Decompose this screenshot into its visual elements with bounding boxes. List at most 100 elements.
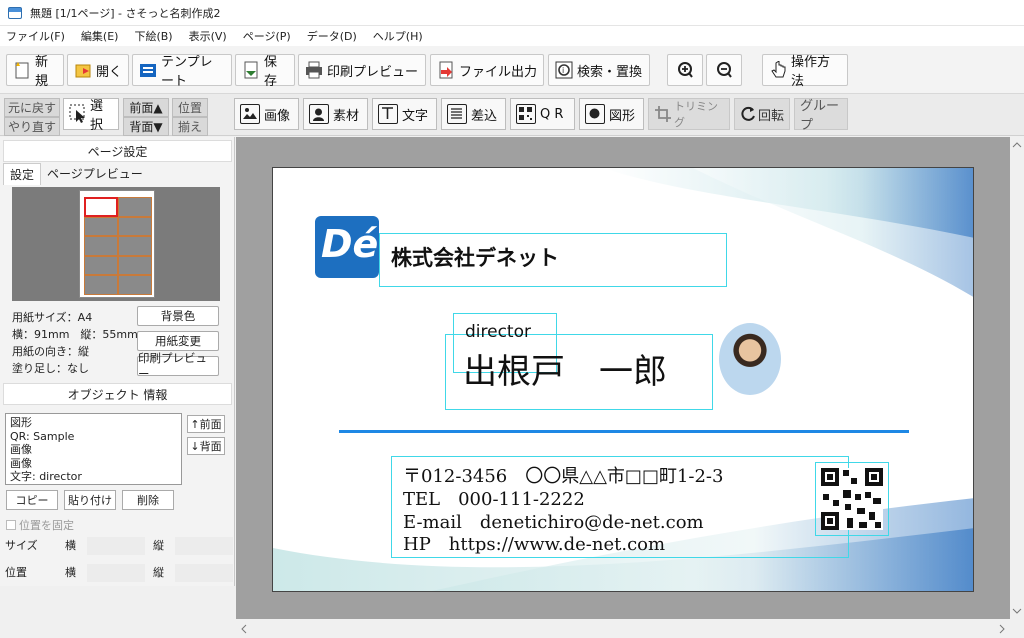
window-title: 無題 [1/1ページ] - さそっと名刺作成2: [30, 6, 221, 20]
panel-print-preview-button[interactable]: 印刷プレビュー: [137, 351, 219, 381]
menu-file[interactable]: ファイル(F): [4, 28, 67, 44]
object-back-button[interactable]: ↓背面: [187, 437, 225, 455]
shape-label: 図形: [609, 108, 636, 124]
position-row: 位置 横 縦: [5, 564, 233, 582]
fix-position-checkbox[interactable]: 位置を固定: [6, 517, 74, 533]
howto-button[interactable]: 操作方法: [762, 54, 848, 89]
paper-change-button[interactable]: 用紙変更: [137, 331, 219, 351]
select-button[interactable]: 選択: [63, 98, 119, 133]
company-name: 株式会社デネット: [391, 246, 559, 270]
print-preview-button[interactable]: 印刷プレビュー: [298, 54, 426, 86]
bgcolor-button[interactable]: 背景色: [137, 306, 219, 326]
menu-data[interactable]: データ(D): [305, 28, 359, 44]
open-button[interactable]: 開く: [67, 54, 129, 86]
position-vertical-label: 縦: [153, 566, 164, 579]
image-label: 画像: [264, 108, 291, 124]
rotate-icon: [740, 105, 756, 123]
size-height-field[interactable]: [175, 537, 233, 555]
paper-thumbnail: [79, 190, 155, 298]
file-export-button[interactable]: ファイル出力: [430, 54, 544, 86]
qr-button[interactable]: Q R: [510, 98, 575, 130]
print-preview-label: 印刷プレビュー: [327, 64, 419, 80]
paper-size-info: 用紙サイズ：A4: [12, 311, 93, 324]
card-slot[interactable]: [84, 236, 118, 256]
fix-position-label: 位置を固定: [19, 519, 74, 532]
card-slot[interactable]: [118, 197, 152, 217]
person-name: 出根戸 一郎: [463, 352, 667, 392]
menu-background[interactable]: 下絵(B): [132, 28, 174, 44]
card-slot[interactable]: [84, 275, 118, 295]
insert-label: 差込: [471, 108, 498, 124]
list-item[interactable]: 図形: [10, 416, 177, 430]
zoom-out-button[interactable]: [706, 54, 742, 86]
position-label: 位置: [5, 566, 27, 579]
rotate-button[interactable]: 回転: [734, 98, 790, 130]
business-card[interactable]: Dé 株式会社デネット director 出根戸 一郎 〒012-3456 〇〇…: [272, 167, 974, 592]
select-cursor-icon: [69, 104, 87, 124]
insert-data-icon: [447, 104, 467, 124]
copy-button[interactable]: コピー: [6, 490, 58, 510]
object-front-button[interactable]: ↑前面: [187, 415, 225, 433]
menu-edit[interactable]: 編集(E): [79, 28, 121, 44]
object-list[interactable]: 図形 QR: Sample 画像 画像 文字: director: [5, 413, 182, 485]
material-label: 素材: [333, 108, 360, 124]
paste-button[interactable]: 貼り付け: [64, 490, 116, 510]
menu-help[interactable]: ヘルプ(H): [371, 28, 425, 44]
list-item[interactable]: 文字: director: [10, 470, 177, 484]
send-back-button[interactable]: 背面▼: [123, 117, 169, 136]
group-button[interactable]: グループ: [794, 98, 848, 133]
vertical-scrollbar[interactable]: [1010, 137, 1024, 619]
edit-toolbar: 元に戻す やり直す 選択 前面▲ 背面▼ 位置 揃え 画像 素材 文字 差込 Q…: [0, 94, 1024, 136]
material-button[interactable]: 素材: [303, 98, 368, 130]
redo-button[interactable]: やり直す: [4, 117, 60, 136]
list-item[interactable]: 画像: [10, 443, 177, 457]
page-preview: [12, 187, 220, 301]
undo-button[interactable]: 元に戻す: [4, 98, 60, 117]
position-y-field[interactable]: [175, 564, 233, 582]
card-slot[interactable]: [118, 255, 152, 276]
menu-page[interactable]: ページ(P): [241, 28, 293, 44]
hand-pointer-icon: [769, 60, 787, 79]
file-export-label: ファイル出力: [459, 64, 538, 80]
text-icon: [378, 104, 398, 124]
divider-line: [339, 430, 909, 433]
menu-view[interactable]: 表示(V): [187, 28, 229, 44]
card-slot[interactable]: [84, 255, 118, 276]
trim-button[interactable]: トリミング: [648, 98, 730, 130]
order-group: 前面▲ 背面▼: [123, 98, 169, 136]
orientation-info: 用紙の向き：縦: [12, 345, 89, 358]
insert-button[interactable]: 差込: [441, 98, 506, 130]
delete-button[interactable]: 削除: [122, 490, 174, 510]
search-replace-button[interactable]: i 検索・置換: [548, 54, 650, 86]
card-slot[interactable]: [84, 216, 118, 237]
profile-photo[interactable]: [719, 323, 781, 395]
new-button[interactable]: 新規: [6, 54, 64, 89]
text-button[interactable]: 文字: [372, 98, 437, 130]
card-slot[interactable]: [84, 197, 118, 217]
zoom-in-button[interactable]: [667, 54, 703, 86]
card-slot[interactable]: [118, 216, 152, 237]
card-slot[interactable]: [118, 275, 152, 295]
image-button[interactable]: 画像: [234, 98, 299, 130]
list-item[interactable]: 画像: [10, 457, 177, 471]
save-label: 保存: [264, 55, 278, 89]
material-icon: [309, 104, 329, 124]
howto-label: 操作方法: [791, 55, 831, 89]
file-export-icon: [437, 61, 455, 79]
horizontal-scrollbar[interactable]: [236, 619, 1010, 638]
tab-settings[interactable]: 設定: [3, 163, 42, 185]
template-button[interactable]: テンプレート: [132, 54, 232, 89]
trim-label: トリミング: [674, 100, 718, 129]
bring-front-button[interactable]: 前面▲: [123, 98, 169, 117]
size-width-field[interactable]: [87, 537, 145, 555]
shape-button[interactable]: 図形: [579, 98, 644, 130]
list-item[interactable]: QR: Sample: [10, 430, 177, 444]
position-label[interactable]: 位置: [172, 98, 208, 117]
position-x-field[interactable]: [87, 564, 145, 582]
tab-page-preview[interactable]: ページプレビュー: [41, 163, 149, 185]
group-label: グループ: [800, 99, 840, 133]
save-button[interactable]: 保存: [235, 54, 295, 89]
align-label[interactable]: 揃え: [172, 117, 208, 136]
card-slot[interactable]: [118, 236, 152, 256]
new-document-icon: [13, 61, 31, 79]
